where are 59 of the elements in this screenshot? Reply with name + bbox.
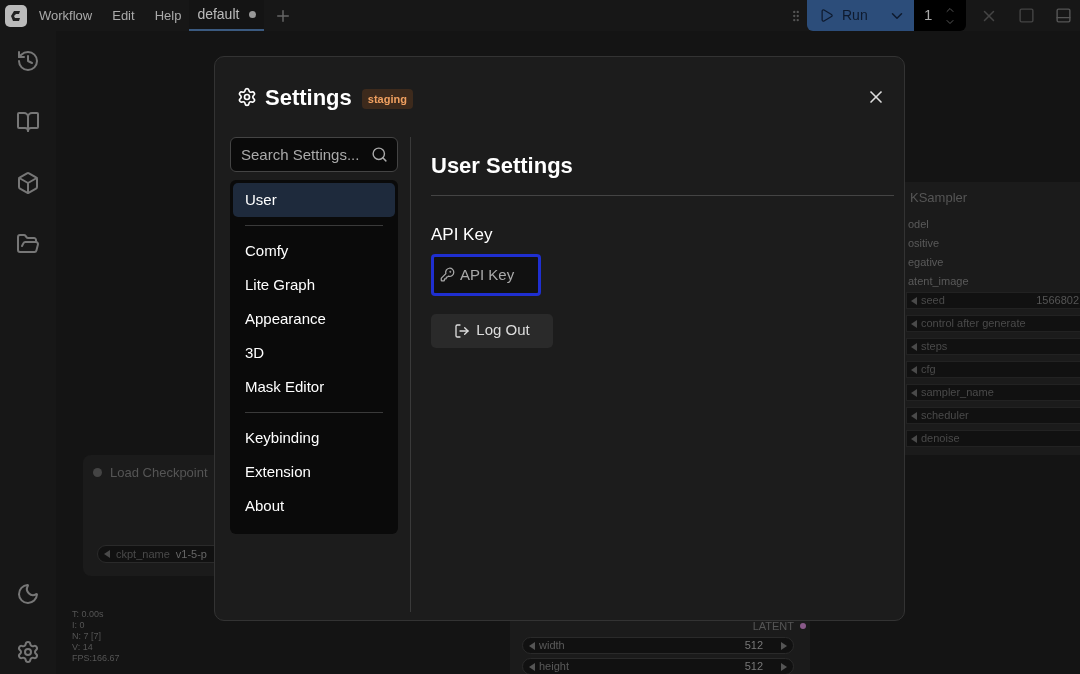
nav-item[interactable]: User — [233, 183, 395, 217]
decrement-arrow-icon[interactable] — [911, 342, 917, 351]
nav-item[interactable]: Mask Editor — [245, 370, 383, 404]
decrement-arrow-icon[interactable] — [911, 388, 917, 397]
decrement-arrow-icon[interactable] — [529, 662, 535, 671]
node-widget[interactable]: height 512 — [522, 658, 794, 674]
nav-item[interactable]: Comfy — [245, 234, 383, 268]
environment-badge: staging — [361, 88, 413, 110]
nav-item[interactable]: 3D — [245, 336, 383, 370]
dialog-title: Settings — [265, 83, 352, 112]
menu-item[interactable]: Workflow — [39, 5, 93, 26]
increment-arrow-icon[interactable] — [781, 662, 787, 671]
decrement-arrow-icon[interactable] — [911, 411, 917, 420]
node-input-label: ositive — [908, 236, 940, 251]
settings-icon[interactable] — [16, 640, 40, 664]
log-out-button[interactable]: Log Out — [431, 313, 553, 348]
nav-item[interactable]: Appearance — [245, 302, 383, 336]
nav-item[interactable]: Extension — [245, 455, 383, 489]
decrement-arrow-icon[interactable] — [911, 296, 917, 305]
history-icon[interactable] — [16, 49, 40, 73]
nav-item[interactable]: Keybinding — [245, 421, 383, 455]
field-label: API Key — [431, 224, 494, 246]
moon-icon[interactable] — [16, 582, 40, 606]
increment-arrow-icon[interactable] — [781, 641, 787, 650]
stats-text: T: 0.00s — [72, 609, 105, 620]
menu-item[interactable]: Help — [154, 5, 182, 26]
node-input-label: atent_image — [908, 274, 969, 289]
log-out-icon — [454, 322, 471, 339]
cube-icon[interactable] — [16, 171, 40, 195]
stats-text: N: 7 [7] — [72, 631, 102, 642]
decrement-arrow-icon[interactable] — [911, 434, 917, 443]
stats-text: FPS:166.67 — [72, 653, 120, 664]
settings-icon — [237, 87, 257, 107]
play-icon — [819, 8, 834, 23]
output-label: LATENT — [752, 619, 794, 634]
app-logo-icon[interactable] — [5, 4, 27, 27]
output-slot-icon[interactable] — [800, 623, 806, 630]
decrement-arrow-icon[interactable] — [104, 550, 110, 558]
square-icon[interactable] — [1018, 7, 1035, 24]
book-icon[interactable] — [16, 110, 40, 134]
folder-icon[interactable] — [16, 232, 40, 256]
node-widget[interactable]: width 512 — [522, 637, 794, 654]
batch-count-field[interactable]: 1 — [914, 0, 966, 31]
node-title: KSampler — [910, 189, 968, 207]
nav-item[interactable]: About — [245, 489, 383, 523]
node-input-label: egative — [908, 255, 944, 270]
api-key-field[interactable]: API Key — [431, 253, 541, 296]
page-heading: User Settings — [431, 152, 574, 180]
nav-item[interactable]: Lite Graph — [245, 268, 383, 302]
decrement-arrow-icon[interactable] — [911, 319, 917, 328]
search-field[interactable]: Search Settings... — [230, 137, 398, 172]
key-icon — [440, 266, 455, 282]
decrement-arrow-icon[interactable] — [911, 365, 917, 374]
search-icon — [371, 146, 388, 163]
node-title: Load Checkpoint — [110, 464, 208, 482]
menu-item[interactable]: Edit — [112, 5, 135, 26]
decrement-arrow-icon[interactable] — [529, 641, 535, 650]
node-input-label: odel — [908, 217, 929, 232]
bottom-panel-icon[interactable] — [1055, 7, 1072, 24]
